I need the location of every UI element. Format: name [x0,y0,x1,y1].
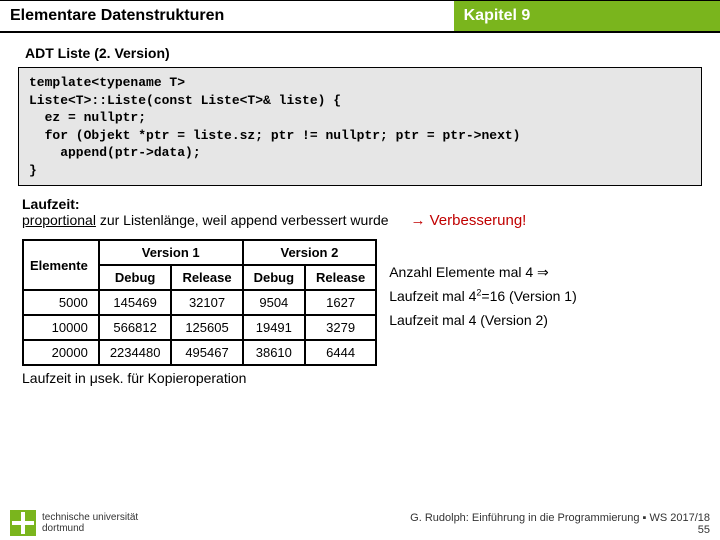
runtime-improvement: → Verbesserung! [410,212,526,229]
col-elemente: Elemente [23,240,99,290]
group-version1: Version 1 [99,240,243,265]
cell: 125605 [171,315,242,340]
sidenote-l2b: =16 (Version 1) [481,288,576,304]
table-row: 5000 145469 32107 9504 1627 [23,290,376,315]
section-title: ADT Liste (2. Version) [25,45,720,61]
col-debug1: Debug [99,265,172,290]
sidenote-line2: Laufzeit mal 42=16 (Version 1) [389,285,577,309]
university-logo: technische universität dortmund [10,510,138,536]
runtime-proportional: proportional [22,212,96,228]
table-row: 10000 566812 125605 19491 3279 [23,315,376,340]
footer: technische universität dortmund G. Rudol… [0,506,720,538]
runtime-note: Laufzeit: proportional zur Listenlänge, … [22,196,698,229]
cell: 19491 [243,315,305,340]
cell: 2234480 [99,340,172,365]
code-block: template<typename T> Liste<T>::Liste(con… [18,67,702,186]
performance-table: Elemente Version 1 Version 2 Debug Relea… [22,239,377,366]
table-area: Elemente Version 1 Version 2 Debug Relea… [22,239,720,366]
cell: 6444 [305,340,376,365]
cell-n: 5000 [23,290,99,315]
cell-n: 10000 [23,315,99,340]
runtime-label: Laufzeit: [22,196,80,212]
sidenote-line1: Anzahl Elemente mal 4 ⇒ [389,261,577,285]
header-chapter: Kapitel 9 [454,0,720,31]
header-topic: Elementare Datenstrukturen [0,0,454,31]
sidenote-l2a: Laufzeit mal 4 [389,288,476,304]
cell: 1627 [305,290,376,315]
cell: 32107 [171,290,242,315]
sidenote-line3: Laufzeit mal 4 (Version 2) [389,309,577,333]
col-release2: Release [305,265,376,290]
col-release1: Release [171,265,242,290]
cell: 566812 [99,315,172,340]
university-name: technische universität dortmund [42,512,138,534]
group-version2: Version 2 [243,240,377,265]
cell: 495467 [171,340,242,365]
side-notes: Anzahl Elemente mal 4 ⇒ Laufzeit mal 42=… [389,239,577,332]
slide-header: Elementare Datenstrukturen Kapitel 9 [0,0,720,33]
cell: 38610 [243,340,305,365]
runtime-text: zur Listenlänge, weil append verbessert … [96,212,389,228]
table-caption: Laufzeit in μsek. für Kopieroperation [22,370,720,386]
cell-n: 20000 [23,340,99,365]
credit-line: G. Rudolph: Einführung in die Programmie… [138,512,710,536]
cell: 9504 [243,290,305,315]
cell: 145469 [99,290,172,315]
uni-line1: technische universität [42,512,138,523]
table-row: 20000 2234480 495467 38610 6444 [23,340,376,365]
cell: 3279 [305,315,376,340]
tu-logo-icon [10,510,36,536]
credit-text: G. Rudolph: Einführung in die Programmie… [410,512,710,524]
col-debug2: Debug [243,265,305,290]
page-number: 55 [698,524,710,536]
uni-line2: dortmund [42,523,138,534]
